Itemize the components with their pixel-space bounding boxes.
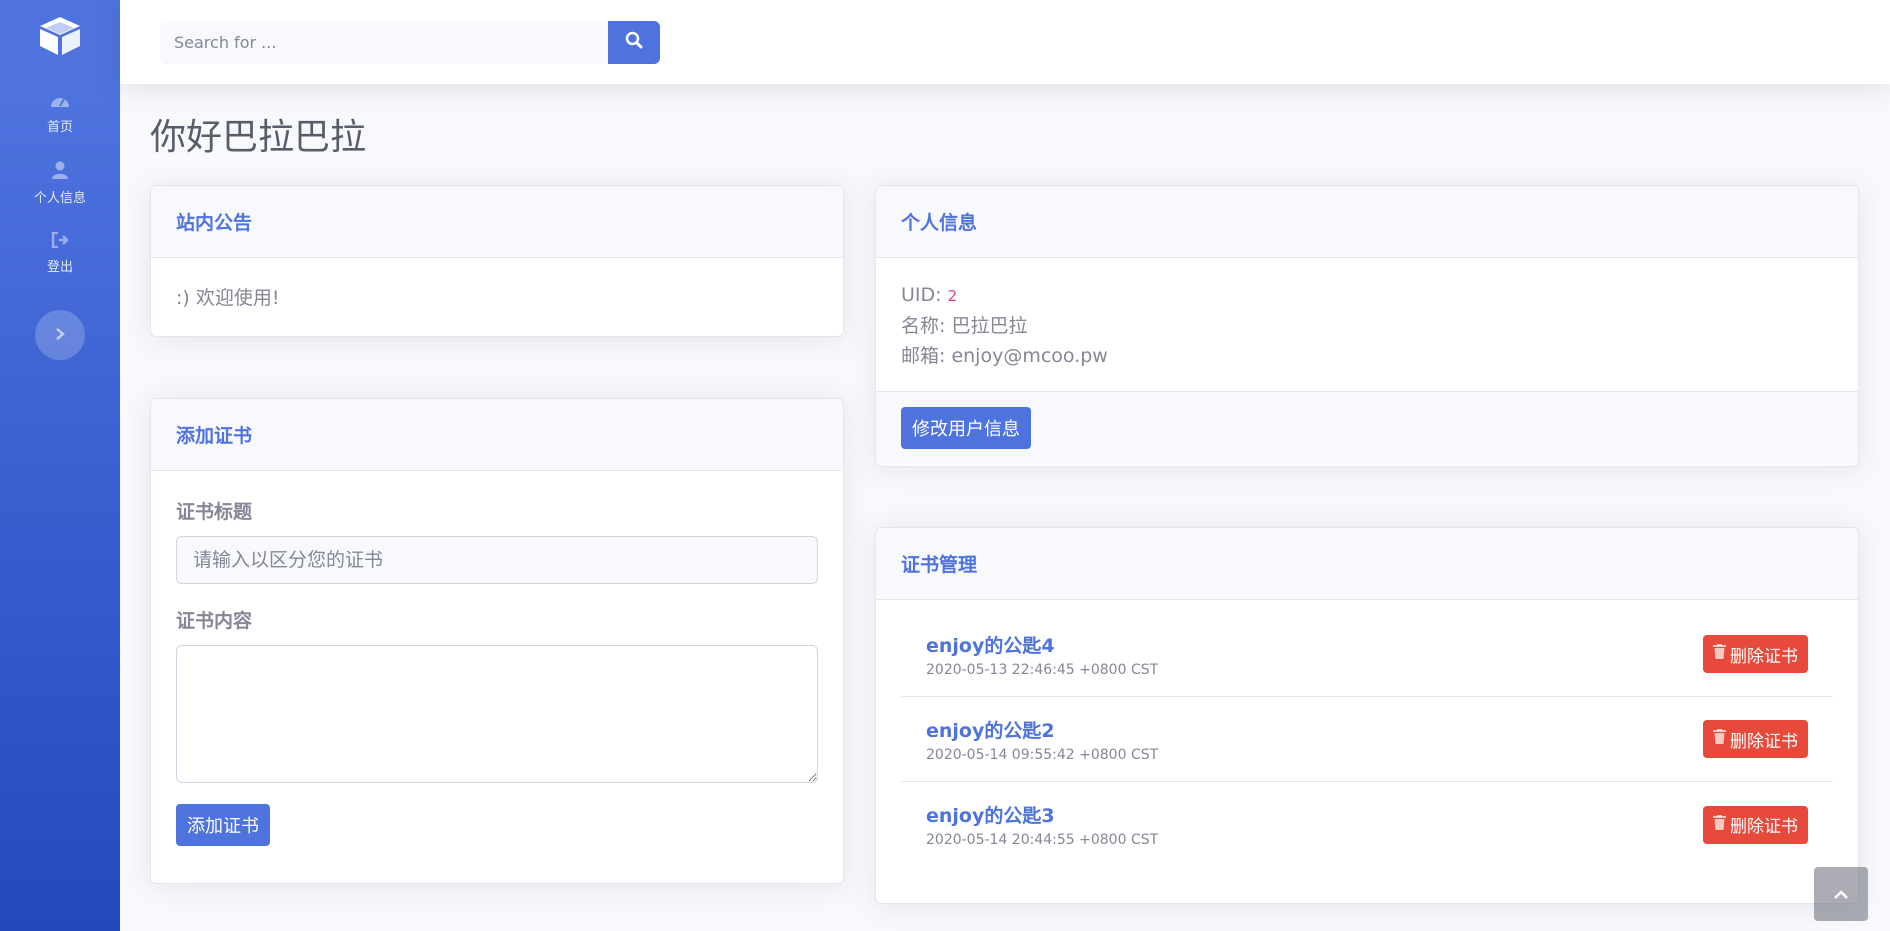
card-header: 站内公告 <box>151 186 843 258</box>
profile-name: 名称: 巴拉巴拉 <box>901 311 1833 341</box>
uid-label: UID: <box>901 284 942 306</box>
chevron-up-icon <box>1833 885 1849 904</box>
sidebar-item-home[interactable]: 首页 <box>0 78 120 148</box>
card-body: UID: 2 名称: 巴拉巴拉 邮箱: enjoy@mcoo.pw <box>876 258 1858 391</box>
add-cert-card: 添加证书 证书标题 证书内容 添加证书 <box>150 398 844 884</box>
cert-title-label: 证书标题 <box>176 501 253 523</box>
edit-profile-button[interactable]: 修改用户信息 <box>901 407 1031 449</box>
sidebar-toggle-button[interactable] <box>35 310 85 360</box>
search-button[interactable] <box>608 20 660 64</box>
cert-list: enjoy的公匙4 2020-05-13 22:46:45 +0800 CST … <box>876 600 1858 867</box>
list-item: enjoy的公匙2 2020-05-14 09:55:42 +0800 CST … <box>901 697 1833 782</box>
cube-icon <box>37 15 83 61</box>
cert-manage-title: 证书管理 <box>901 554 978 576</box>
topbar <box>120 0 1890 84</box>
cert-content-label: 证书内容 <box>176 610 253 632</box>
sidebar-item-profile[interactable]: 个人信息 <box>0 148 120 218</box>
cert-content-textarea[interactable] <box>176 645 818 783</box>
cert-date: 2020-05-14 20:44:55 +0800 CST <box>926 832 1159 848</box>
search-input[interactable] <box>160 20 608 64</box>
add-cert-button[interactable]: 添加证书 <box>176 804 270 846</box>
sidebar-item-logout[interactable]: 登出 <box>0 218 120 288</box>
user-icon <box>51 161 69 183</box>
card-body: 证书标题 证书内容 添加证书 <box>151 471 843 871</box>
card-header: 添加证书 <box>151 399 843 471</box>
cert-title-input[interactable] <box>176 536 818 584</box>
sign-out-icon <box>51 231 69 252</box>
cert-name[interactable]: enjoy的公匙4 <box>926 631 1158 658</box>
sidebar-item-label: 登出 <box>46 259 73 275</box>
announcement-title: 站内公告 <box>176 212 253 234</box>
list-item: enjoy的公匙3 2020-05-14 20:44:55 +0800 CST … <box>901 782 1833 867</box>
name-value: 巴拉巴拉 <box>951 315 1028 337</box>
email-value: enjoy@mcoo.pw <box>951 345 1108 367</box>
name-label: 名称: <box>901 315 946 337</box>
delete-cert-button[interactable]: 删除证书 <box>1703 720 1808 758</box>
delete-cert-button[interactable]: 删除证书 <box>1703 635 1808 673</box>
search-icon <box>625 31 643 53</box>
email-label: 邮箱: <box>901 345 946 367</box>
cert-name[interactable]: enjoy的公匙2 <box>926 716 1158 743</box>
page-title: 你好巴拉巴拉 <box>150 117 367 158</box>
profile-uid: UID: 2 <box>901 280 1833 311</box>
announcement-text: :) 欢迎使用! <box>176 287 280 309</box>
brand-logo[interactable] <box>0 0 120 76</box>
sidebar-item-label: 首页 <box>46 119 73 135</box>
profile-email: 邮箱: enjoy@mcoo.pw <box>901 341 1833 371</box>
add-cert-title: 添加证书 <box>176 425 253 447</box>
uid-value: 2 <box>947 287 958 305</box>
delete-label: 删除证书 <box>1730 817 1798 837</box>
delete-label: 删除证书 <box>1730 646 1798 667</box>
dashboard-icon <box>50 92 70 112</box>
announcement-card: 站内公告 :) 欢迎使用! <box>150 185 844 337</box>
sidebar-item-label: 个人信息 <box>33 190 86 206</box>
list-item: enjoy的公匙4 2020-05-13 22:46:45 +0800 CST … <box>901 612 1833 697</box>
cert-date: 2020-05-14 09:55:42 +0800 CST <box>926 746 1159 763</box>
cert-name[interactable]: enjoy的公匙3 <box>926 801 1158 828</box>
scroll-to-top-button[interactable] <box>1814 867 1868 921</box>
chevron-right-icon <box>54 326 66 345</box>
card-header: 个人信息 <box>876 186 1858 258</box>
search-bar <box>160 20 660 64</box>
card-header: 证书管理 <box>876 528 1858 600</box>
profile-card: 个人信息 UID: 2 名称: 巴拉巴拉 邮箱: enjoy@mcoo.pw 修… <box>875 185 1859 467</box>
trash-icon <box>1713 729 1726 749</box>
sidebar: 首页 个人信息 登出 <box>0 0 120 931</box>
cert-manage-card: 证书管理 enjoy的公匙4 2020-05-13 22:46:45 +0800… <box>875 527 1859 904</box>
card-body: :) 欢迎使用! <box>151 258 843 335</box>
trash-icon <box>1713 644 1726 664</box>
cert-date: 2020-05-13 22:46:45 +0800 CST <box>926 661 1159 678</box>
card-footer: 修改用户信息 <box>876 391 1858 464</box>
profile-title: 个人信息 <box>901 212 978 234</box>
delete-cert-button[interactable]: 删除证书 <box>1703 805 1808 844</box>
trash-icon <box>1713 814 1726 835</box>
delete-label: 删除证书 <box>1730 731 1798 752</box>
